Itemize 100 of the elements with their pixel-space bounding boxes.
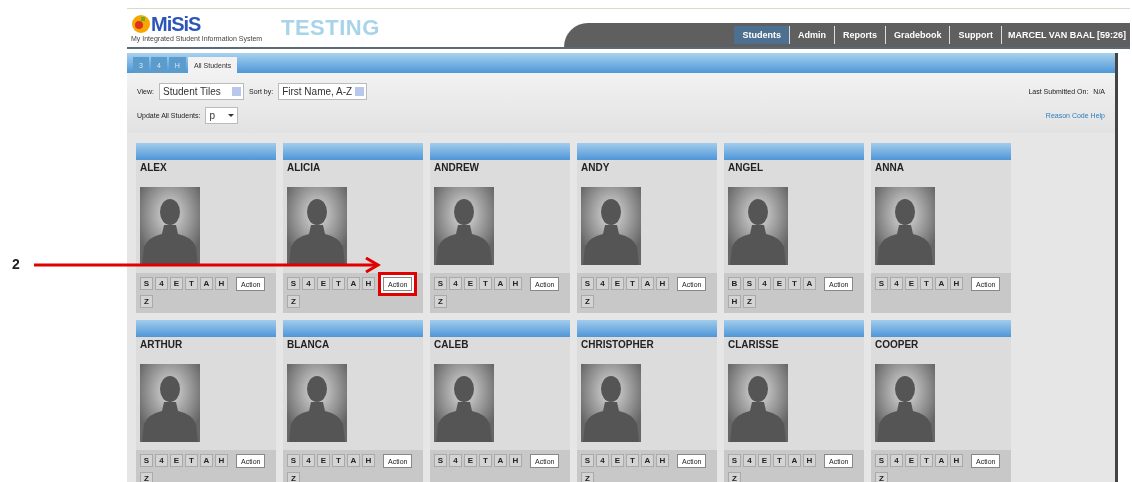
code-button[interactable]: A: [641, 454, 654, 467]
code-button[interactable]: E: [170, 277, 183, 290]
code-button[interactable]: T: [479, 277, 492, 290]
code-button[interactable]: T: [920, 454, 933, 467]
code-button[interactable]: Z: [743, 295, 756, 308]
code-button[interactable]: S: [581, 454, 594, 467]
code-button[interactable]: S: [140, 454, 153, 467]
code-button[interactable]: Z: [140, 472, 153, 482]
code-button[interactable]: S: [434, 454, 447, 467]
nav-tab[interactable]: Admin: [789, 26, 835, 44]
code-button[interactable]: T: [920, 277, 933, 290]
callout-number: 2: [12, 256, 20, 272]
code-button[interactable]: T: [185, 454, 198, 467]
code-button[interactable]: Z: [581, 472, 594, 482]
code-button[interactable]: H: [950, 454, 963, 467]
code-button[interactable]: T: [773, 454, 786, 467]
code-button[interactable]: T: [185, 277, 198, 290]
nav-tab[interactable]: Students: [734, 26, 790, 44]
code-button[interactable]: T: [332, 454, 345, 467]
code-button[interactable]: 4: [596, 454, 609, 467]
code-button[interactable]: Z: [728, 472, 741, 482]
code-button[interactable]: A: [935, 277, 948, 290]
update-dropdown[interactable]: p: [205, 106, 239, 124]
code-button[interactable]: S: [581, 277, 594, 290]
code-button[interactable]: T: [332, 277, 345, 290]
code-button[interactable]: A: [347, 277, 360, 290]
code-button[interactable]: E: [170, 454, 183, 467]
code-button[interactable]: 4: [155, 277, 168, 290]
silhouette-icon: [287, 364, 347, 442]
code-button[interactable]: S: [287, 454, 300, 467]
code-button[interactable]: E: [317, 277, 330, 290]
code-button[interactable]: S: [287, 277, 300, 290]
nav-tab[interactable]: Reports: [834, 26, 886, 44]
code-button[interactable]: E: [611, 454, 624, 467]
student-name: BLANCA: [287, 339, 331, 350]
code-button[interactable]: E: [317, 454, 330, 467]
code-button[interactable]: 4: [596, 277, 609, 290]
code-button[interactable]: H: [656, 454, 669, 467]
code-button[interactable]: S: [140, 277, 153, 290]
code-button[interactable]: A: [494, 277, 507, 290]
code-button[interactable]: H: [215, 454, 228, 467]
code-button[interactable]: Z: [287, 472, 300, 482]
code-button[interactable]: 4: [302, 454, 315, 467]
sort-dropdown[interactable]: First Name, A-Z: [278, 82, 368, 100]
code-button[interactable]: E: [905, 277, 918, 290]
student-name: CALEB: [434, 339, 470, 350]
code-button[interactable]: 4: [449, 454, 462, 467]
code-button[interactable]: Z: [875, 472, 888, 482]
code-button[interactable]: A: [200, 277, 213, 290]
code-button[interactable]: A: [200, 454, 213, 467]
code-button[interactable]: A: [641, 277, 654, 290]
code-button[interactable]: E: [905, 454, 918, 467]
code-button[interactable]: H: [362, 454, 375, 467]
code-button[interactable]: Z: [140, 295, 153, 308]
code-button[interactable]: E: [464, 454, 477, 467]
code-button[interactable]: A: [494, 454, 507, 467]
student-name: CHRISTOPHER: [581, 339, 655, 350]
code-button[interactable]: E: [611, 277, 624, 290]
code-button[interactable]: 4: [155, 454, 168, 467]
code-button[interactable]: S: [875, 277, 888, 290]
code-button[interactable]: T: [626, 454, 639, 467]
code-button[interactable]: 4: [890, 277, 903, 290]
silhouette-icon: [581, 187, 641, 265]
nav-tab[interactable]: Support: [950, 26, 1002, 44]
code-button[interactable]: E: [464, 277, 477, 290]
code-button[interactable]: S: [434, 277, 447, 290]
code-button[interactable]: H: [509, 454, 522, 467]
code-button[interactable]: H: [803, 454, 816, 467]
code-button[interactable]: Z: [581, 295, 594, 308]
code-button[interactable]: A: [935, 454, 948, 467]
code-button[interactable]: T: [479, 454, 492, 467]
silhouette-icon: [875, 187, 935, 265]
code-button[interactable]: B: [728, 277, 741, 290]
student-name: ARTHUR: [140, 339, 184, 350]
code-button[interactable]: H: [362, 277, 375, 290]
code-button[interactable]: S: [875, 454, 888, 467]
code-button[interactable]: A: [803, 277, 816, 290]
code-button[interactable]: E: [758, 454, 771, 467]
code-button[interactable]: H: [728, 295, 741, 308]
code-button[interactable]: 4: [449, 277, 462, 290]
view-dropdown[interactable]: Student Tiles: [159, 82, 244, 100]
code-button[interactable]: Z: [287, 295, 300, 308]
code-button[interactable]: T: [788, 277, 801, 290]
code-button[interactable]: S: [728, 454, 741, 467]
code-button[interactable]: 4: [890, 454, 903, 467]
code-button[interactable]: Z: [434, 295, 447, 308]
code-button[interactable]: H: [215, 277, 228, 290]
student-name: ANDREW: [434, 162, 480, 173]
code-button[interactable]: H: [656, 277, 669, 290]
code-button[interactable]: T: [626, 277, 639, 290]
code-button[interactable]: H: [950, 277, 963, 290]
code-button[interactable]: A: [347, 454, 360, 467]
code-button[interactable]: S: [743, 277, 756, 290]
code-button[interactable]: 4: [758, 277, 771, 290]
code-button[interactable]: H: [509, 277, 522, 290]
code-button[interactable]: 4: [302, 277, 315, 290]
code-button[interactable]: E: [773, 277, 786, 290]
code-button[interactable]: 4: [743, 454, 756, 467]
nav-tab[interactable]: Gradebook: [885, 26, 951, 44]
code-button[interactable]: A: [788, 454, 801, 467]
